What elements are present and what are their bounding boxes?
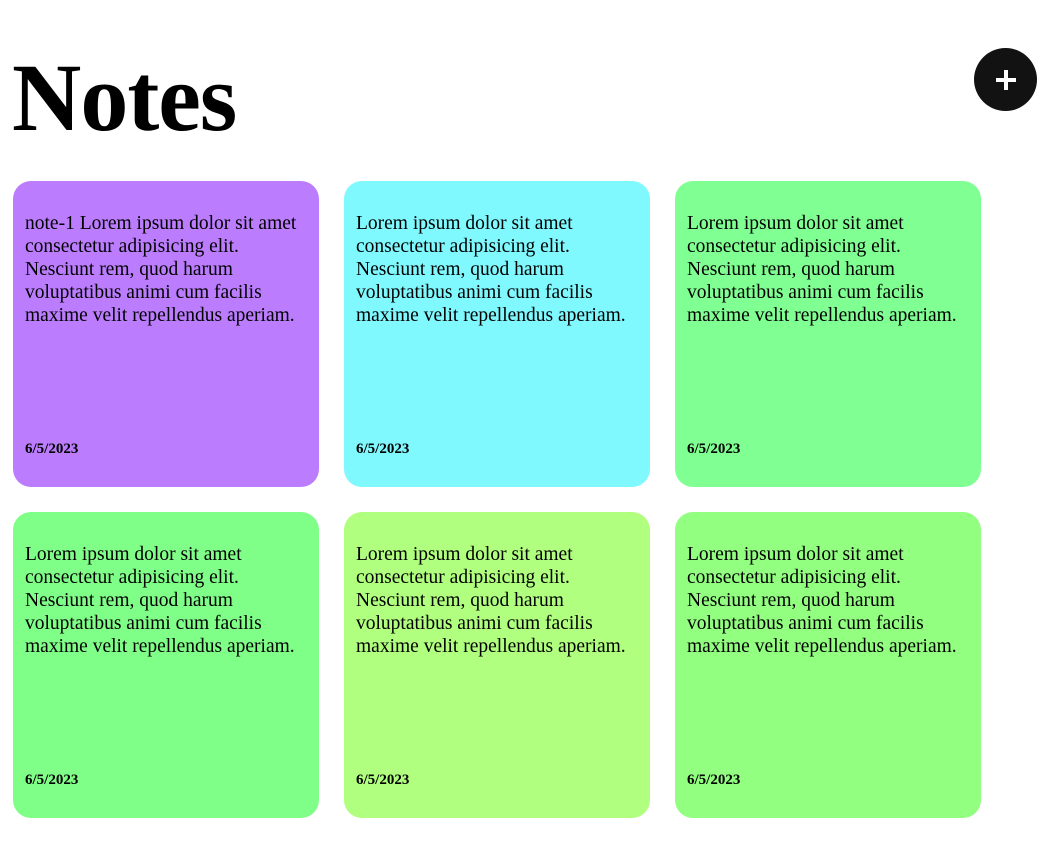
note-text: Lorem ipsum dolor sit amet consectetur a…	[25, 544, 295, 657]
note-card[interactable]: note-1 Lorem ipsum dolor sit amet consec…	[13, 181, 319, 487]
note-date: 6/5/2023	[356, 772, 410, 788]
note-date: 6/5/2023	[687, 772, 741, 788]
note-date: 6/5/2023	[356, 441, 410, 457]
note-card[interactable]: Lorem ipsum dolor sit amet consectetur a…	[675, 512, 981, 818]
page-title: Notes	[12, 44, 237, 151]
plus-icon	[995, 69, 1016, 90]
note-text: Lorem ipsum dolor sit amet consectetur a…	[356, 544, 626, 657]
note-date: 6/5/2023	[687, 441, 741, 457]
note-date: 6/5/2023	[25, 772, 79, 788]
note-card[interactable]: Lorem ipsum dolor sit amet consectetur a…	[675, 181, 981, 487]
note-text: Lorem ipsum dolor sit amet consectetur a…	[687, 213, 957, 326]
note-text: Lorem ipsum dolor sit amet consectetur a…	[356, 213, 626, 326]
note-card[interactable]: Lorem ipsum dolor sit amet consectetur a…	[344, 181, 650, 487]
note-text: Lorem ipsum dolor sit amet consectetur a…	[687, 544, 957, 657]
note-text: note-1 Lorem ipsum dolor sit amet consec…	[25, 213, 297, 326]
note-card[interactable]: Lorem ipsum dolor sit amet consectetur a…	[13, 512, 319, 818]
add-note-button[interactable]	[974, 48, 1037, 111]
note-card[interactable]: Lorem ipsum dolor sit amet consectetur a…	[344, 512, 650, 818]
notes-grid: note-1 Lorem ipsum dolor sit amet consec…	[13, 181, 981, 818]
note-date: 6/5/2023	[25, 441, 79, 457]
